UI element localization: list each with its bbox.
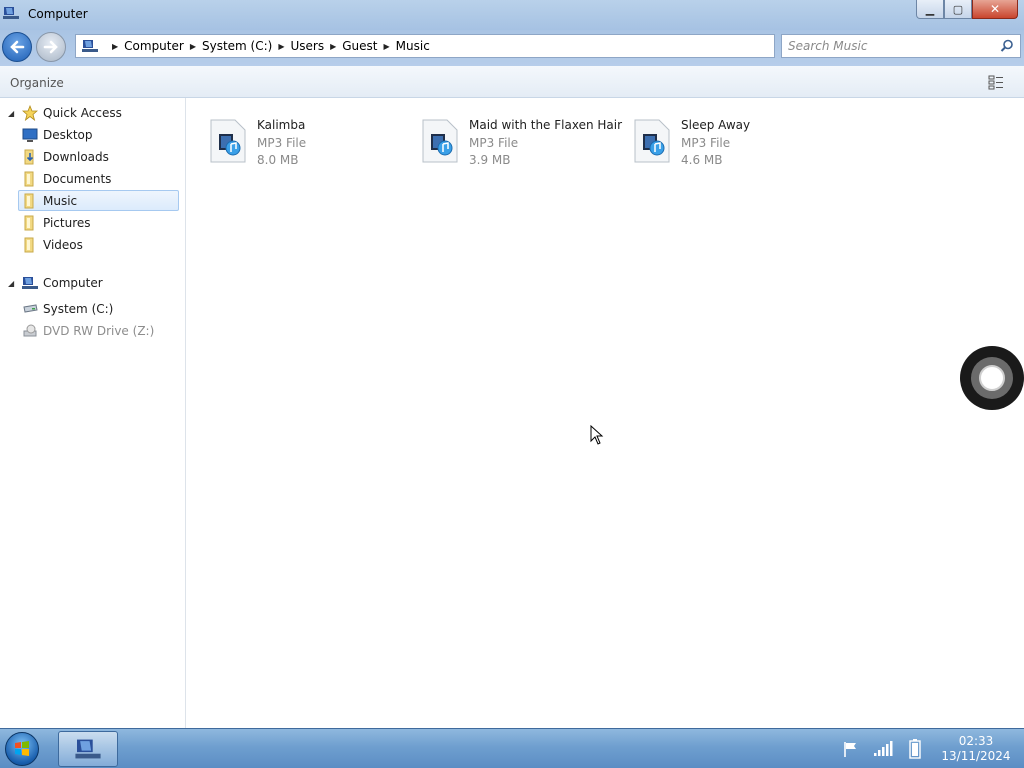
- clock-date: 13/11/2024: [941, 749, 1011, 763]
- mp3-file-icon: [422, 119, 458, 163]
- sidebar-item-label: System (C:): [43, 302, 114, 316]
- battery-icon[interactable]: [904, 738, 926, 760]
- breadcrumb-computer[interactable]: Computer: [124, 39, 184, 53]
- computer-icon: [82, 40, 98, 52]
- system-clock[interactable]: 02:33 13/11/2024: [936, 734, 1016, 764]
- address-bar[interactable]: ▶ Computer ▶ System (C:) ▶ Users ▶ Guest…: [75, 34, 775, 58]
- back-button[interactable]: [2, 32, 32, 62]
- forward-arrow-icon: [43, 40, 58, 54]
- mp3-file-icon: [634, 119, 670, 163]
- mp3-file-icon: [210, 119, 246, 163]
- dvd-drive-icon: [22, 323, 38, 339]
- chevron-right-icon[interactable]: ▶: [278, 42, 284, 51]
- forward-button[interactable]: [36, 32, 66, 62]
- sidebar-item-label: Music: [43, 194, 78, 208]
- expand-arrow-icon[interactable]: ◢: [8, 109, 14, 118]
- clock-time: 02:33: [958, 734, 994, 748]
- folder-icon: [22, 237, 38, 253]
- action-center-flag-icon[interactable]: [840, 738, 862, 760]
- expand-arrow-icon[interactable]: ◢: [8, 279, 14, 288]
- floating-record-button[interactable]: [960, 346, 1024, 410]
- file-item-kalimba[interactable]: Kalimba MP3 File 8.0 MB: [209, 118, 409, 168]
- close-icon: ✕: [989, 2, 1001, 16]
- organize-button[interactable]: Organize: [10, 76, 64, 90]
- maximize-icon: ▢: [952, 2, 964, 16]
- file-type: MP3 File: [257, 136, 307, 150]
- chevron-right-icon[interactable]: ▶: [112, 42, 118, 51]
- breadcrumb-system-c[interactable]: System (C:): [202, 39, 272, 53]
- mouse-cursor-icon: [590, 425, 604, 445]
- breadcrumb-guest[interactable]: Guest: [342, 39, 377, 53]
- windows-logo-icon: [5, 732, 39, 766]
- sidebar-item-label: Downloads: [43, 150, 109, 164]
- search-input[interactable]: [788, 39, 988, 53]
- command-bar: Organize: [0, 66, 1024, 98]
- sidebar-item-label: Pictures: [43, 216, 91, 230]
- sidebar-item-label: Quick Access: [43, 106, 122, 120]
- search-box[interactable]: [781, 34, 1021, 58]
- taskbar: 02:33 13/11/2024: [0, 728, 1024, 768]
- close-button[interactable]: ✕: [972, 0, 1018, 19]
- view-options-icon[interactable]: [988, 74, 1004, 90]
- taskbar-explorer-button[interactable]: [58, 731, 118, 767]
- maximize-button[interactable]: ▢: [944, 0, 972, 19]
- computer-icon: [3, 7, 19, 19]
- sidebar-item-label: Desktop: [43, 128, 93, 142]
- sidebar-item-quick-access[interactable]: ◢ Quick Access: [0, 102, 186, 124]
- navigation-pane: ◢ Quick Access Desktop Downloads Documen…: [0, 98, 186, 728]
- system-tray: 02:33 13/11/2024: [840, 729, 1024, 768]
- window-controls: ▁ ▢ ✕: [916, 0, 1018, 20]
- sidebar-item-videos[interactable]: Videos: [0, 234, 186, 256]
- title-bar: Computer ▁ ▢ ✕: [0, 0, 1024, 30]
- file-item-sleep-away[interactable]: Sleep Away MP3 File 4.6 MB: [633, 118, 833, 168]
- breadcrumb-users[interactable]: Users: [290, 39, 324, 53]
- breadcrumb-music[interactable]: Music: [396, 39, 430, 53]
- sidebar-item-pictures[interactable]: Pictures: [0, 212, 186, 234]
- star-icon: [22, 105, 38, 121]
- desktop-icon: [22, 127, 38, 143]
- folder-icon: [22, 215, 38, 231]
- sidebar-item-dvd-drive[interactable]: DVD RW Drive (Z:): [0, 320, 186, 342]
- sidebar-item-system-c[interactable]: System (C:): [0, 298, 186, 320]
- drive-icon: [22, 301, 38, 317]
- file-type: MP3 File: [681, 136, 731, 150]
- back-arrow-icon: [10, 40, 25, 54]
- sidebar-item-label: DVD RW Drive (Z:): [43, 324, 155, 338]
- sidebar-item-music[interactable]: Music: [0, 190, 186, 212]
- record-ring-icon: [971, 357, 1013, 399]
- sidebar-item-label: Documents: [43, 172, 112, 186]
- sidebar-item-documents[interactable]: Documents: [0, 168, 186, 190]
- folder-icon: [22, 193, 38, 209]
- file-name: Sleep Away: [681, 118, 751, 132]
- chevron-right-icon[interactable]: ▶: [190, 42, 196, 51]
- file-name: Maid with the Flaxen Hair: [469, 118, 623, 132]
- chevron-right-icon[interactable]: ▶: [384, 42, 390, 51]
- sidebar-item-computer[interactable]: ◢ Computer: [0, 272, 186, 294]
- folder-icon: [22, 171, 38, 187]
- file-name: Kalimba: [257, 118, 306, 132]
- minimize-button[interactable]: ▁: [916, 0, 944, 19]
- computer-icon: [75, 739, 101, 759]
- file-size: 8.0 MB: [257, 153, 299, 167]
- downloads-folder-icon: [22, 149, 38, 165]
- search-icon[interactable]: [1000, 39, 1014, 53]
- sidebar-item-desktop[interactable]: Desktop: [0, 124, 186, 146]
- address-row: ▶ Computer ▶ System (C:) ▶ Users ▶ Guest…: [0, 30, 1024, 66]
- file-size: 3.9 MB: [469, 153, 511, 167]
- chevron-right-icon[interactable]: ▶: [330, 42, 336, 51]
- start-button[interactable]: [2, 730, 42, 768]
- sidebar-item-label: Computer: [43, 276, 103, 290]
- window-title: Computer: [28, 7, 88, 21]
- file-type: MP3 File: [469, 136, 519, 150]
- sidebar-item-downloads[interactable]: Downloads: [0, 146, 186, 168]
- file-size: 4.6 MB: [681, 153, 723, 167]
- file-item-maid-with-the-flaxen-hair[interactable]: Maid with the Flaxen Hair MP3 File 3.9 M…: [421, 118, 623, 168]
- sidebar-item-label: Videos: [43, 238, 83, 252]
- minimize-icon: ▁: [925, 2, 935, 16]
- network-signal-icon[interactable]: [872, 738, 894, 760]
- record-core-icon: [979, 365, 1005, 391]
- computer-icon: [22, 275, 38, 291]
- file-list: Kalimba MP3 File 8.0 MB Maid with the Fl…: [187, 98, 1024, 728]
